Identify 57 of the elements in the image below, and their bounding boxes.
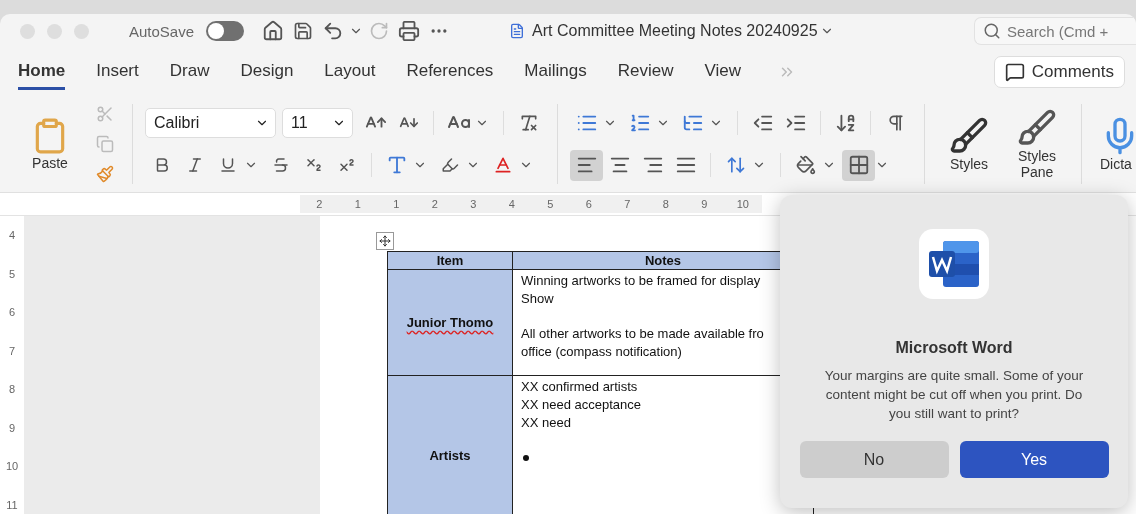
paste-button[interactable]: Paste: [18, 117, 82, 171]
ruler-number: 1: [353, 197, 362, 212]
ruler-number: 6: [584, 197, 593, 212]
ruler-number: 1: [392, 197, 401, 212]
ruler-number: 4: [7, 228, 17, 243]
ruler-number: 7: [7, 343, 17, 359]
move-table-icon[interactable]: [376, 232, 394, 250]
ribbon-tab[interactable]: Review: [617, 54, 674, 90]
search-field[interactable]: Search (Cmd +: [974, 17, 1136, 45]
comment-icon: [1004, 62, 1025, 82]
search-icon: [983, 22, 1001, 40]
brush-icon: [1017, 108, 1057, 148]
table-cell: Artists: [387, 375, 513, 514]
word-app-icon: [919, 229, 989, 299]
brush-icon: [949, 116, 989, 156]
ruler-number: 8: [7, 382, 17, 397]
font-size-field[interactable]: 11: [282, 108, 353, 138]
autosave-toggle[interactable]: [206, 21, 245, 41]
ruler-number: 10: [4, 459, 20, 474]
styles-button[interactable]: Styles: [937, 116, 1001, 172]
ruler-number: 10: [735, 197, 750, 212]
ribbon-tab[interactable]: Insert: [96, 54, 139, 90]
confirm-button[interactable]: Yes: [959, 441, 1109, 478]
autosave-label: AutoSave: [129, 22, 195, 40]
ruler-number: 5: [7, 266, 17, 282]
styles-pane-button[interactable]: Styles Pane: [1005, 108, 1069, 180]
ruler-number: 3: [469, 197, 478, 212]
ruler-number: 5: [546, 197, 555, 212]
ribbon-tab[interactable]: Draw: [169, 54, 210, 90]
dictate-button[interactable]: Dicta: [1094, 116, 1136, 172]
cancel-button[interactable]: No: [799, 441, 949, 478]
ruler-number: 9: [700, 197, 709, 212]
document-title: Art Committee Meeting Notes 20240925: [532, 22, 818, 40]
ruler-number: 6: [7, 305, 17, 320]
borders-icon: [847, 154, 870, 176]
ribbon-tab[interactable]: Home: [18, 54, 66, 90]
font-field[interactable]: Calibri: [145, 108, 276, 138]
ruler-number: 7: [623, 197, 632, 212]
ribbon-tab[interactable]: View: [704, 54, 741, 90]
table-cell: Junior Thomo: [387, 269, 513, 376]
ribbon-tab[interactable]: References: [406, 54, 494, 90]
ruler-number: 8: [661, 197, 670, 212]
comments-button[interactable]: Comments: [993, 56, 1125, 88]
align-left-button[interactable]: [570, 149, 603, 181]
dialog-title: Microsoft Word: [895, 339, 1013, 357]
bullet-icon: [523, 455, 529, 461]
borders-button[interactable]: [842, 149, 875, 181]
ruler-number: 11: [5, 497, 19, 513]
ribbon-tab[interactable]: Mailings: [524, 54, 587, 90]
ribbon-tab[interactable]: Layout: [324, 54, 376, 90]
column-header: Item: [387, 251, 513, 270]
ruler-number: 4: [507, 197, 516, 212]
ruler-number: 2: [315, 197, 324, 212]
ruler-number: 2: [430, 197, 439, 212]
ruler-number: 9: [7, 420, 17, 436]
dialog-message: Your margins are quite small. Some of your content might be cut off when you print. Do you still want to print?: [823, 367, 1085, 423]
ribbon-tab[interactable]: Design: [240, 54, 294, 90]
